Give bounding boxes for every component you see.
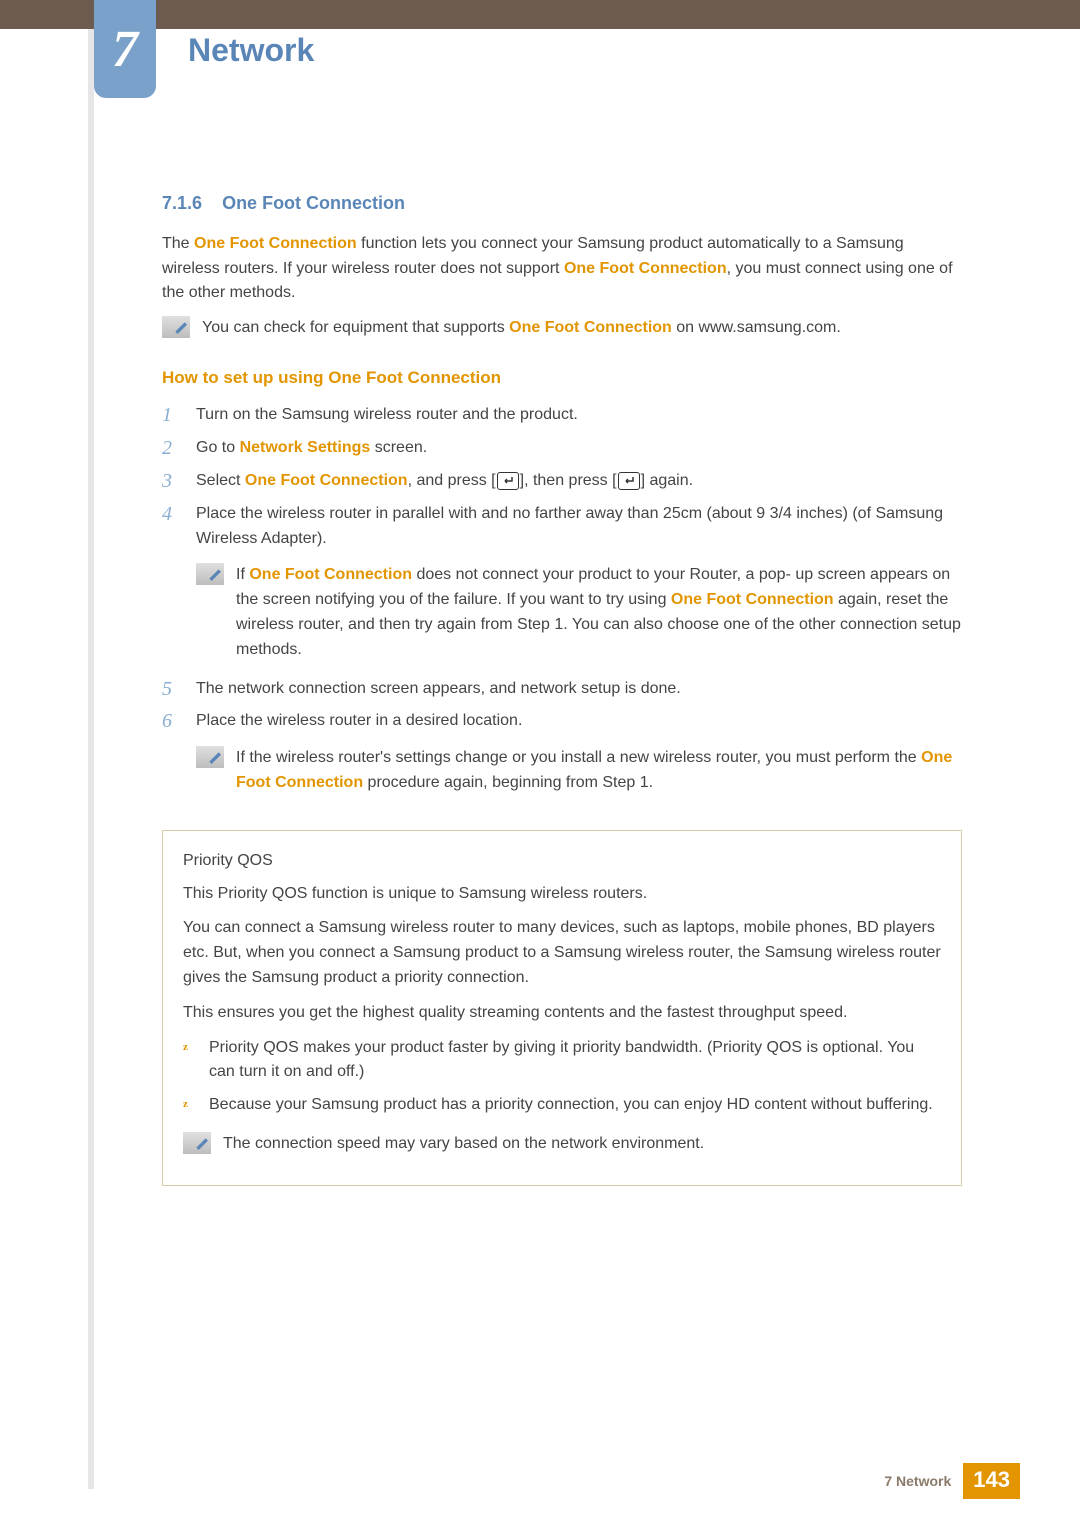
page: 7 Network 7.1.6 One Foot Connection The …	[0, 0, 1080, 1527]
step-text: Go to Network Settings screen.	[196, 436, 962, 461]
qos-title: Priority QOS	[183, 849, 941, 874]
step-text: Select One Foot Connection, and press []…	[196, 469, 962, 494]
note-icon	[196, 563, 224, 585]
footer-chapter-label: 7 Network	[884, 1473, 951, 1489]
note-row: You can check for equipment that support…	[162, 316, 962, 341]
step-text: Place the wireless router in parallel wi…	[196, 502, 962, 669]
note-row: If the wireless router's settings change…	[196, 746, 962, 796]
chapter-number: 7	[112, 20, 138, 79]
note-row: The connection speed may vary based on t…	[183, 1132, 941, 1157]
bullet-icon: z	[183, 1036, 195, 1086]
bullet-icon: z	[183, 1093, 195, 1118]
step-2: 2 Go to Network Settings screen.	[162, 436, 962, 461]
list-text: Because your Samsung product has a prior…	[209, 1093, 933, 1118]
step-text: Turn on the Samsung wireless router and …	[196, 403, 962, 428]
qos-bullet-list: z Priority QOS makes your product faster…	[183, 1036, 941, 1118]
step-1: 1 Turn on the Samsung wireless router an…	[162, 403, 962, 428]
qos-paragraph: This ensures you get the highest quality…	[183, 1001, 941, 1026]
steps-list: 1 Turn on the Samsung wireless router an…	[162, 403, 962, 801]
step-number: 4	[162, 502, 182, 669]
note-text: The connection speed may vary based on t…	[223, 1132, 704, 1157]
qos-paragraph: You can connect a Samsung wireless route…	[183, 916, 941, 990]
section-title: One Foot Connection	[222, 193, 405, 213]
section-heading: 7.1.6 One Foot Connection	[162, 190, 962, 218]
step-text: Place the wireless router in a desired l…	[196, 709, 962, 801]
step-number: 3	[162, 469, 182, 494]
step-number: 2	[162, 436, 182, 461]
chapter-badge: 7	[94, 0, 156, 98]
step-6: 6 Place the wireless router in a desired…	[162, 709, 962, 801]
priority-qos-box: Priority QOS This Priority QOS function …	[162, 830, 962, 1186]
step-4: 4 Place the wireless router in parallel …	[162, 502, 962, 669]
note-row: If One Foot Connection does not connect …	[196, 563, 962, 662]
step-3: 3 Select One Foot Connection, and press …	[162, 469, 962, 494]
chapter-title: Network	[188, 32, 314, 69]
content-area: 7.1.6 One Foot Connection The One Foot C…	[162, 190, 962, 1186]
note-text: If the wireless router's settings change…	[236, 746, 962, 796]
list-item: z Priority QOS makes your product faster…	[183, 1036, 941, 1086]
page-footer: 7 Network 143	[884, 1463, 1020, 1499]
step-number: 1	[162, 403, 182, 428]
intro-paragraph: The One Foot Connection function lets yo…	[162, 232, 962, 306]
note-icon	[196, 746, 224, 768]
list-item: z Because your Samsung product has a pri…	[183, 1093, 941, 1118]
note-text: You can check for equipment that support…	[202, 316, 841, 341]
note-text: If One Foot Connection does not connect …	[236, 563, 962, 662]
page-number: 143	[963, 1463, 1020, 1499]
step-number: 5	[162, 677, 182, 702]
note-icon	[162, 316, 190, 338]
step-number: 6	[162, 709, 182, 801]
top-bar	[0, 0, 1080, 29]
enter-icon	[497, 472, 519, 490]
enter-icon	[618, 472, 640, 490]
qos-paragraph: This Priority QOS function is unique to …	[183, 882, 941, 907]
list-text: Priority QOS makes your product faster b…	[209, 1036, 941, 1086]
section-number: 7.1.6	[162, 193, 202, 213]
step-text: The network connection screen appears, a…	[196, 677, 962, 702]
left-margin-strip	[88, 29, 94, 1489]
sub-heading: How to set up using One Foot Connection	[162, 365, 962, 391]
note-icon	[183, 1132, 211, 1154]
step-5: 5 The network connection screen appears,…	[162, 677, 962, 702]
